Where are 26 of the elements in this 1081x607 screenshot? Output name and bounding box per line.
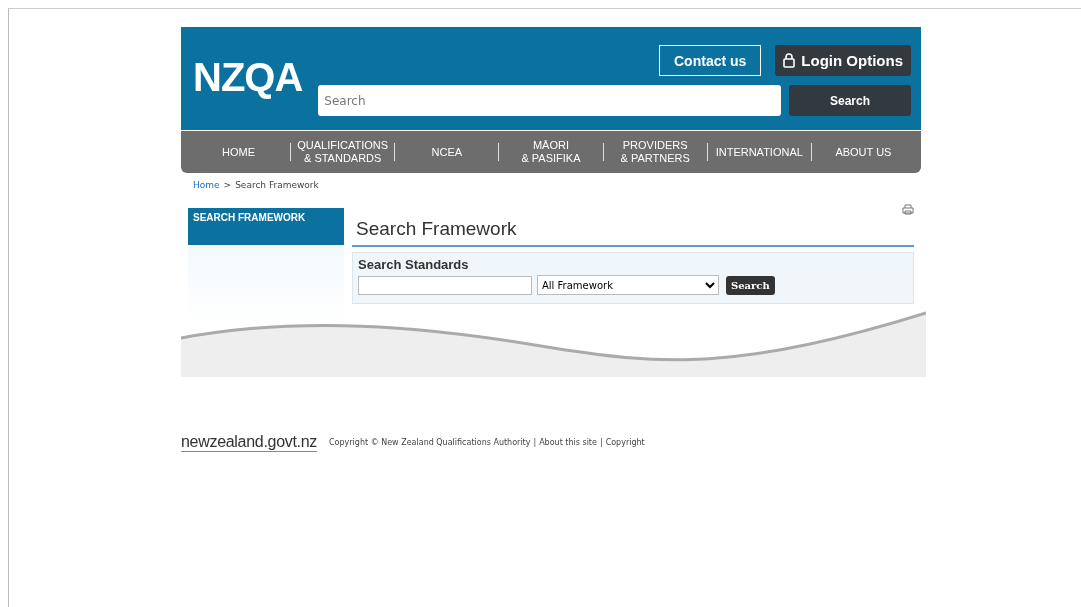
search-field[interactable]: Search (318, 85, 781, 116)
search-button[interactable]: Search (726, 275, 775, 295)
login-button[interactable]: Login Options (775, 45, 911, 76)
footer-link[interactable]: About this site (539, 438, 597, 447)
breadcrumb-link[interactable]: Home (193, 180, 220, 190)
nav-link[interactable]: HOME (216, 145, 262, 159)
nav-link[interactable]: INTERNATIONAL (709, 145, 809, 159)
framework-select[interactable]: All Framework (537, 275, 719, 295)
logo[interactable]: NZQA (193, 55, 303, 100)
nav-link[interactable]: ABOUT US (829, 145, 898, 159)
page-title: Search Framework (352, 208, 914, 247)
nav-link[interactable]: QUALIFICATIONS & STANDARDS (291, 139, 395, 165)
breadcrumb-separator: > (223, 180, 232, 190)
separator: | (533, 438, 537, 447)
govt-logo[interactable]: newzealand.govt.nz (181, 433, 318, 452)
sidebar-title: SEARCH FRAMEWORK (188, 208, 344, 245)
nav-link[interactable]: NCEA (425, 145, 469, 159)
contact-button[interactable]: Contact us (659, 45, 762, 76)
search-button[interactable]: Search (789, 85, 911, 116)
separator: | (599, 438, 603, 447)
form-title: Search Standards (358, 257, 470, 272)
breadcrumb-current: Search Framework (235, 180, 319, 190)
copyright-text: Copyright © New Zealand Qualifications Authority (329, 438, 531, 447)
footer-link[interactable]: Copyright (605, 438, 645, 447)
nav-link[interactable]: MĀORI & PASIFIKA (515, 139, 587, 165)
nav-link[interactable]: PROVIDERS & PARTNERS (614, 139, 696, 165)
